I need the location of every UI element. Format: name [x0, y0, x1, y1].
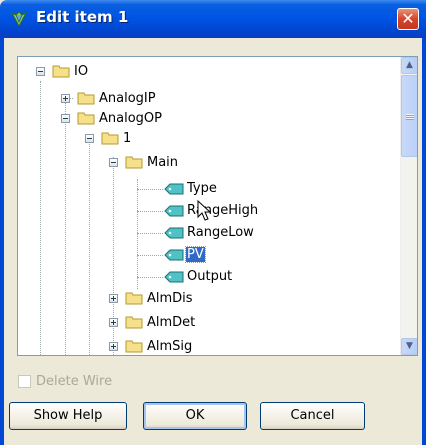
cancel-button[interactable]: Cancel: [260, 402, 365, 430]
dialog-title: Edit item 1: [36, 8, 129, 26]
close-button[interactable]: ✕: [397, 8, 419, 30]
window-frame-right: [422, 38, 426, 445]
folder-icon: [101, 132, 119, 145]
grip-icon: [406, 114, 414, 120]
tag-icon: [164, 183, 184, 195]
tree-line: [40, 81, 41, 355]
tag-icon: [164, 249, 184, 261]
expand-icon[interactable]: [109, 318, 118, 327]
tree-node-label: Type: [187, 181, 217, 196]
ok-button[interactable]: OK: [143, 402, 247, 430]
tree-line: [89, 137, 90, 355]
tree-node-label: AlmDis: [147, 291, 193, 306]
tree-node-label: AlmSig: [147, 339, 193, 354]
tag-icon: [164, 227, 184, 239]
tag-icon: [164, 271, 184, 283]
tree-node-label: 1: [123, 131, 132, 146]
item-tree[interactable]: IO AnalogIP AnalogOP 1 Main Type RangeHi…: [17, 56, 418, 356]
collapse-icon[interactable]: [36, 67, 45, 76]
app-icon: [10, 11, 28, 28]
tree-line: [137, 189, 163, 190]
expand-icon[interactable]: [109, 294, 118, 303]
close-icon: ✕: [401, 9, 415, 28]
tree-node-label-selected: PV: [185, 246, 206, 263]
scroll-up-button[interactable]: ▲: [401, 57, 417, 74]
collapse-icon[interactable]: [85, 134, 94, 143]
delete-wire-label: Delete Wire: [36, 374, 113, 389]
folder-icon: [77, 112, 95, 125]
ok-label: OK: [185, 408, 205, 423]
folder-icon: [77, 92, 95, 105]
tree-scrollbar[interactable]: ▲ ▼: [400, 57, 417, 355]
tree-line: [65, 119, 66, 355]
folder-icon: [125, 316, 143, 329]
tree-node-label: AnalogIP: [99, 91, 156, 106]
scrollbar-thumb[interactable]: [401, 75, 417, 157]
scroll-up-icon: ▲: [406, 60, 413, 70]
tree-node-label: Output: [187, 269, 233, 284]
tag-icon: [164, 205, 184, 217]
expand-icon[interactable]: [109, 342, 118, 351]
tree-node-label: RangeLow: [187, 225, 254, 240]
tree-line: [137, 277, 163, 278]
tree-node-label: AnalogOP: [99, 111, 162, 126]
tree-line: [137, 211, 163, 212]
tree-node-label: Main: [147, 155, 179, 170]
scroll-down-icon: ▼: [406, 341, 413, 351]
tree-node-label: IO: [74, 64, 89, 79]
folder-icon: [52, 65, 70, 78]
tree-line: [137, 179, 138, 289]
collapse-icon[interactable]: [109, 158, 118, 167]
title-bar[interactable]: Edit item 1 ✕: [0, 0, 426, 38]
cancel-label: Cancel: [290, 408, 335, 423]
folder-icon: [125, 340, 143, 353]
window-frame-left: [0, 38, 4, 445]
folder-icon: [125, 292, 143, 305]
tree-line: [137, 255, 163, 256]
scroll-down-button[interactable]: ▼: [401, 338, 417, 355]
show-help-button[interactable]: Show Help: [9, 402, 127, 430]
tree-node-label: AlmDet: [147, 315, 196, 330]
delete-wire-checkbox[interactable]: [18, 375, 31, 388]
collapse-icon[interactable]: [61, 114, 70, 123]
tree-line: [137, 233, 163, 234]
show-help-label: Show Help: [33, 408, 103, 423]
edit-item-dialog: Edit item 1 ✕ IO AnalogIP AnalogOP 1 Mai…: [0, 0, 426, 445]
folder-icon: [125, 156, 143, 169]
mouse-cursor-icon: [197, 200, 212, 221]
expand-icon[interactable]: [61, 94, 70, 103]
